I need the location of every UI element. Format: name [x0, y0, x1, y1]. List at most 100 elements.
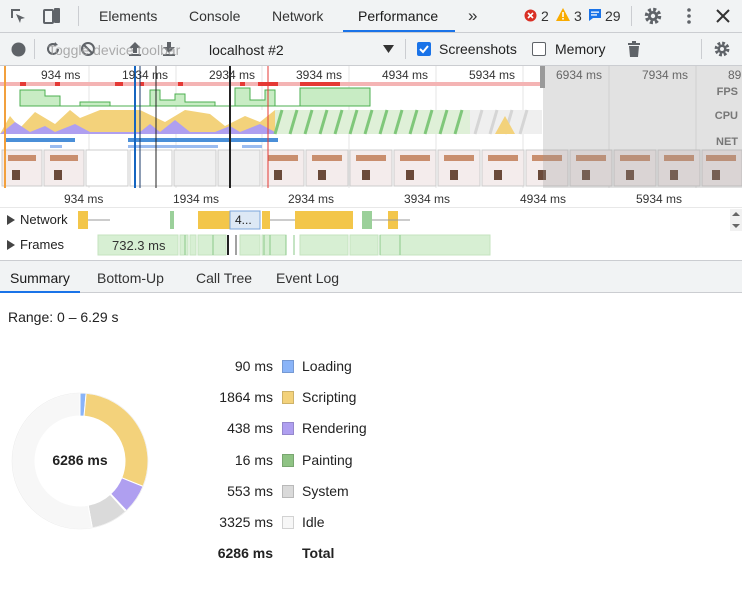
legend-swatch [282, 516, 294, 529]
legend-value: 3325 ms [219, 514, 273, 530]
legend-row-loading: 90 ms Loading [150, 357, 450, 377]
tab-bottom-up[interactable]: Bottom-Up [97, 270, 164, 286]
legend-label: Painting [302, 452, 353, 468]
separator [631, 6, 632, 26]
ruler-tick: 934 ms [64, 192, 104, 206]
memory-checkbox[interactable] [532, 42, 546, 56]
devtools-tab-bar: Elements Console Network Performance » 2… [0, 0, 742, 33]
legend-row-system: 553 ms System [150, 482, 450, 502]
legend-value: 438 ms [227, 420, 273, 436]
expand-triangle-icon[interactable] [7, 215, 15, 225]
legend-row-idle: 3325 ms Idle [150, 513, 450, 533]
checkmark-icon [419, 45, 429, 54]
close-icon[interactable] [713, 6, 733, 26]
legend-row-rendering: 438 ms Rendering [150, 419, 450, 439]
legend-label: Loading [302, 358, 352, 374]
record-icon[interactable] [11, 42, 26, 57]
frames-track[interactable]: Frames 732.3 ms [0, 233, 742, 257]
tab-elements[interactable]: Elements [97, 0, 159, 32]
more-tabs-button[interactable]: » [466, 0, 479, 32]
legend-value: 1864 ms [219, 389, 273, 405]
timeline-ruler: 934 ms 1934 ms 2934 ms 3934 ms 4934 ms 5… [0, 188, 742, 208]
network-track-graphic [78, 209, 742, 231]
fps-lane-label: FPS [716, 86, 738, 98]
ruler-tick: 3934 ms [404, 192, 451, 206]
separator [78, 6, 79, 26]
net-lane-label: NET [716, 136, 738, 148]
range-label: Range: 0 – 6.29 s [8, 309, 119, 325]
inspect-element-icon[interactable] [8, 6, 28, 26]
legend-swatch [282, 391, 294, 404]
ruler-tick: 2934 ms [288, 192, 335, 206]
overview-tick: 3934 ms [296, 68, 343, 82]
frames-track-label[interactable]: Frames [20, 237, 64, 252]
legend-total-value: 6286 ms [217, 545, 273, 561]
error-icon [524, 9, 537, 22]
overview-tick: 4934 ms [382, 68, 429, 82]
overview-tick: 934 ms [41, 68, 81, 82]
device-toolbar-tooltip: Toggle device toolbar [48, 42, 181, 58]
overview-tick: 89 [728, 68, 742, 82]
expand-triangle-icon[interactable] [7, 240, 15, 250]
network-track-label[interactable]: Network [20, 212, 68, 227]
more-options-icon[interactable] [679, 6, 699, 26]
screenshots-label[interactable]: Screenshots [439, 41, 517, 57]
memory-label[interactable]: Memory [555, 41, 606, 57]
device-toolbar-icon[interactable] [42, 6, 62, 26]
overview-tick: 5934 ms [469, 68, 516, 82]
pie-center-total: 6286 ms [52, 452, 108, 468]
legend-label: Scripting [302, 389, 357, 405]
legend-label: Rendering [302, 420, 367, 436]
overview-tick: 1934 ms [122, 68, 169, 82]
ruler-tick: 5934 ms [636, 192, 683, 206]
tab-event-log[interactable]: Event Log [276, 270, 339, 286]
legend-swatch [282, 485, 294, 498]
dropdown-arrow-icon[interactable] [383, 45, 394, 53]
tab-call-tree[interactable]: Call Tree [196, 270, 252, 286]
separator [405, 39, 406, 59]
legend-swatch [282, 454, 294, 467]
timeline-overview[interactable]: 934 ms 1934 ms 2934 ms 3934 ms 4934 ms 5… [0, 66, 742, 188]
tab-performance[interactable]: Performance [356, 0, 440, 32]
legend-value: 16 ms [234, 452, 273, 468]
legend-label: Idle [302, 514, 325, 530]
legend-value: 553 ms [227, 483, 273, 499]
legend-label: System [302, 483, 349, 499]
tab-network[interactable]: Network [270, 0, 325, 32]
legend-row-total: 6286 ms Total [150, 544, 450, 564]
network-request-label[interactable]: 4... [235, 213, 252, 227]
settings-gear-icon[interactable] [643, 6, 663, 26]
cpu-lane-label: CPU [714, 110, 738, 122]
legend-row-scripting: 1864 ms Scripting [150, 388, 450, 408]
frame-duration-label[interactable]: 732.3 ms [112, 238, 165, 253]
screenshots-checkbox[interactable] [417, 42, 431, 56]
overview-tick: 7934 ms [642, 68, 689, 82]
active-tab-indicator [343, 30, 455, 32]
tab-console[interactable]: Console [187, 0, 242, 32]
network-track[interactable]: Network 4... [0, 208, 742, 232]
legend-total-label: Total [302, 545, 335, 561]
separator [34, 39, 35, 59]
legend-row-painting: 16 ms Painting [150, 451, 450, 471]
message-icon [589, 9, 601, 21]
warning-count[interactable]: 3 [574, 9, 582, 23]
ruler-tick: 4934 ms [520, 192, 567, 206]
message-count[interactable]: 29 [605, 9, 621, 23]
overview-tick: 2934 ms [209, 68, 256, 82]
separator [701, 39, 702, 59]
legend-value: 90 ms [234, 358, 273, 374]
details-tab-bar: Summary Bottom-Up Call Tree Event Log [0, 260, 742, 293]
profile-select[interactable]: localhost #2 [209, 42, 284, 58]
delete-icon[interactable] [627, 41, 641, 57]
ruler-tick: 1934 ms [173, 192, 220, 206]
pie-slice-scripting [83, 392, 149, 488]
legend-swatch [282, 360, 294, 373]
active-subtab-indicator [0, 291, 80, 293]
performance-toolbar: Toggle device toolbar localhost #2 Scree… [0, 33, 742, 66]
capture-settings-icon[interactable] [713, 40, 731, 58]
error-count[interactable]: 2 [541, 9, 549, 23]
tab-summary[interactable]: Summary [10, 270, 70, 286]
warning-icon [556, 8, 570, 21]
legend-swatch [282, 422, 294, 435]
overview-tick: 6934 ms [556, 68, 603, 82]
